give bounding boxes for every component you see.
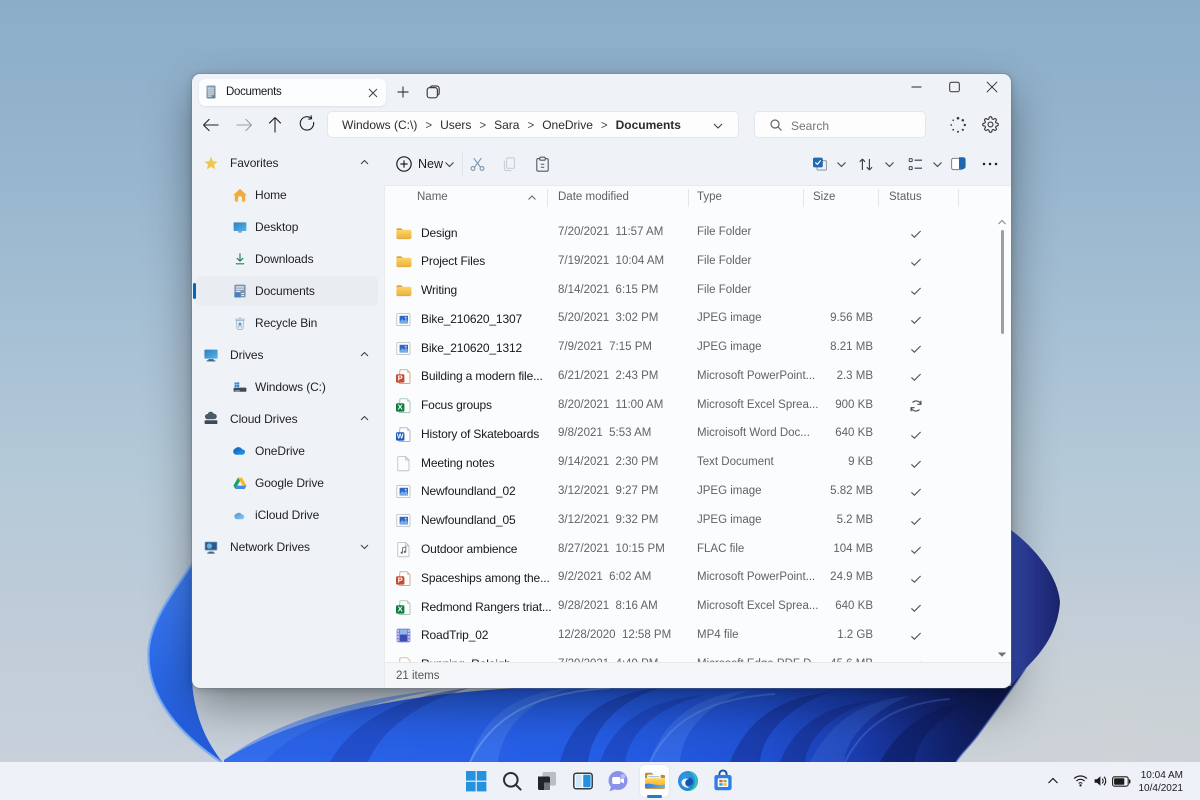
svg-text:X: X (398, 403, 403, 412)
svg-text:P: P (398, 374, 403, 383)
svg-text:X: X (398, 604, 403, 613)
svg-text:P: P (398, 575, 403, 584)
svg-text:W: W (397, 434, 404, 441)
